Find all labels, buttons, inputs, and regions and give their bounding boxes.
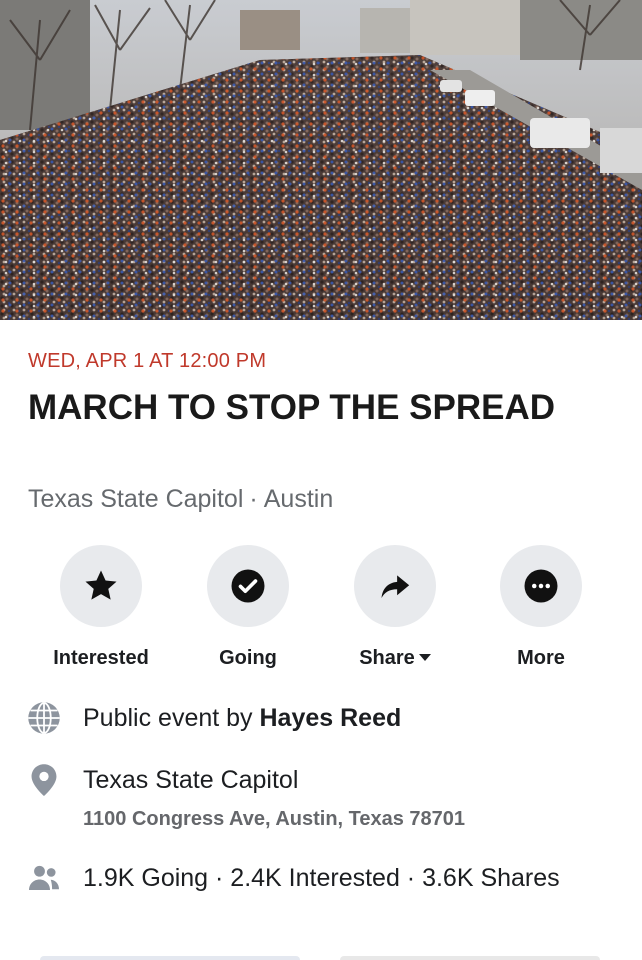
people-icon	[29, 865, 59, 890]
location-address[interactable]: 1100 Congress Ave, Austin, Texas 78701	[83, 808, 465, 831]
star-icon	[85, 570, 117, 600]
event-stats[interactable]: 1.9K Going · 2.4K Interested · 3.6K Shar…	[83, 861, 603, 895]
public-event-prefix: Public event by	[83, 704, 260, 732]
event-venue[interactable]: Texas State Capitol	[28, 485, 243, 513]
cutoff-button-left[interactable]	[40, 956, 300, 960]
event-title: MARCH TO STOP THE SPREAD	[28, 388, 556, 427]
going-button[interactable]: Going	[178, 545, 318, 670]
more-dots-icon	[524, 569, 558, 603]
location-name[interactable]: Texas State Capitol	[83, 763, 298, 797]
going-circle[interactable]	[207, 545, 289, 627]
cutoff-button-right[interactable]	[340, 956, 600, 960]
globe-icon	[28, 702, 60, 734]
event-cover-photo[interactable]	[0, 0, 642, 320]
separator-dot: ·	[249, 485, 258, 513]
bottom-cutoff-buttons	[0, 952, 642, 960]
more-circle[interactable]	[500, 545, 582, 627]
map-pin-icon	[31, 764, 57, 797]
crowd-photo-illustration	[0, 0, 642, 320]
event-location-summary[interactable]: Texas State Capitol · Austin	[28, 485, 333, 514]
event-date: WED, APR 1 AT 12:00 PM	[28, 350, 267, 372]
more-label: More	[517, 647, 565, 669]
check-circle-icon	[231, 569, 265, 603]
interested-label: Interested	[53, 647, 149, 669]
share-circle[interactable]	[354, 545, 436, 627]
public-event-text: Public event by Hayes Reed	[83, 701, 401, 735]
share-button[interactable]: Share	[325, 545, 465, 670]
share-label: Share	[359, 647, 415, 669]
event-city[interactable]: Austin	[264, 485, 333, 513]
host-name-link[interactable]: Hayes Reed	[260, 704, 402, 732]
share-label-wrap: Share	[325, 647, 465, 670]
more-button[interactable]: More	[471, 545, 611, 670]
caret-down-icon	[418, 653, 431, 661]
event-action-bar: Interested Going Share More	[0, 545, 642, 675]
interested-button[interactable]: Interested	[31, 545, 171, 670]
share-arrow-icon	[381, 575, 410, 599]
interested-circle[interactable]	[60, 545, 142, 627]
going-label: Going	[219, 647, 277, 669]
